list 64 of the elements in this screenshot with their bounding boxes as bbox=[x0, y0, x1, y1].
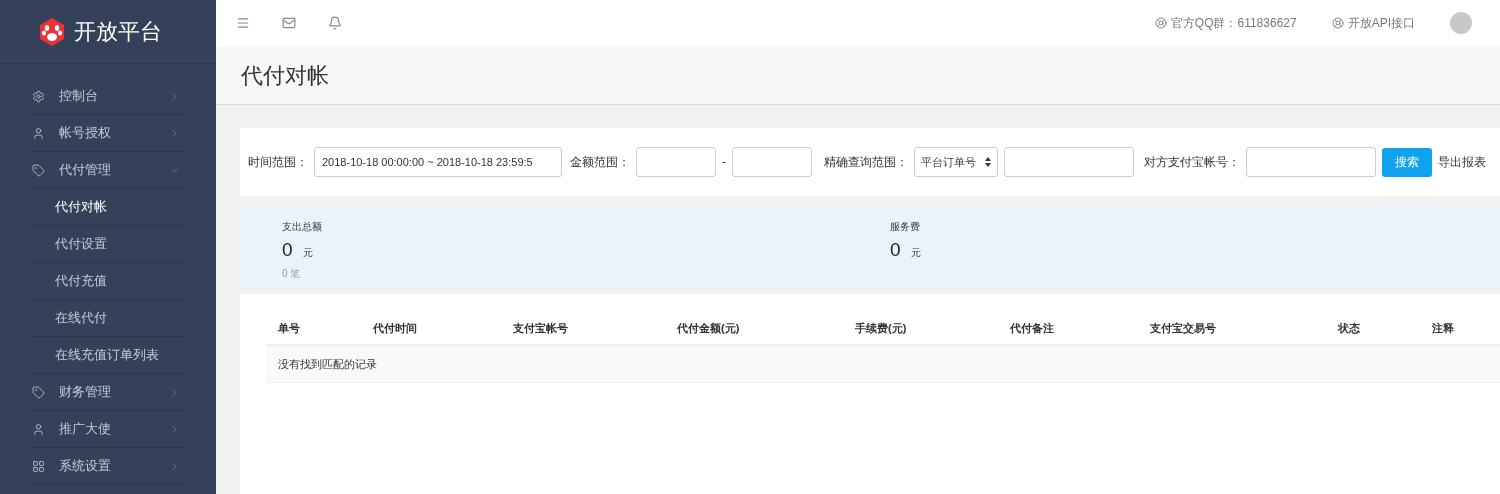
tag-icon bbox=[32, 385, 45, 399]
sidebar-subitem[interactable]: 在线充值订单列表 bbox=[28, 337, 188, 374]
time-range-field[interactable]: 2018-10-18 00:00:00 ~ 2018-10-18 23:59:5 bbox=[314, 147, 562, 177]
summary-title: 支出总额 bbox=[282, 220, 323, 234]
empty-row: 没有找到匹配的记录 bbox=[266, 346, 1500, 383]
summary-value: 0 bbox=[890, 238, 901, 262]
summary-unit: 元 bbox=[910, 246, 921, 260]
updown-icon bbox=[985, 157, 991, 167]
alipay-account-label: 对方支付宝帐号： bbox=[1144, 154, 1240, 171]
sidebar-item[interactable]: 系统设置 bbox=[28, 448, 188, 485]
sidebar-item-label: 控制台 bbox=[59, 87, 99, 106]
user-icon bbox=[32, 422, 45, 436]
column-header: 代付时间 bbox=[372, 320, 418, 336]
sidebar-item[interactable]: 控制台 bbox=[28, 78, 188, 115]
avatar[interactable] bbox=[1450, 12, 1472, 34]
exact-query-label: 精确查询范围： bbox=[824, 154, 908, 171]
menu-icon[interactable] bbox=[236, 16, 250, 30]
page-title: 代付对帐 bbox=[241, 61, 329, 90]
sidebar-subitem[interactable]: 代付充值 bbox=[28, 263, 188, 300]
column-header: 代付备注 bbox=[1009, 320, 1055, 336]
export-link[interactable]: 导出报表 bbox=[1438, 153, 1486, 171]
brand-name: 开放平台 bbox=[74, 18, 162, 46]
sidebar-item[interactable]: 帐号授权 bbox=[28, 115, 188, 152]
sidebar-item[interactable]: 代付管理 bbox=[28, 152, 188, 189]
summary-unit: 元 bbox=[302, 246, 313, 260]
amount-min-field[interactable] bbox=[636, 147, 716, 177]
grid-icon bbox=[32, 459, 45, 473]
column-header: 支付宝交易号 bbox=[1149, 320, 1217, 336]
sidebar-item-label: 帐号授权 bbox=[59, 124, 112, 143]
column-header: 代付金额(元) bbox=[676, 320, 741, 336]
lifebuoy-icon bbox=[1154, 17, 1167, 29]
sidebar-item-label: 系统设置 bbox=[59, 457, 112, 476]
column-header: 支付宝帐号 bbox=[512, 320, 569, 336]
alipay-account-field[interactable] bbox=[1246, 147, 1376, 177]
sidebar-subitem[interactable]: 在线代付 bbox=[28, 300, 188, 337]
bell-icon[interactable] bbox=[328, 16, 342, 30]
sidebar-subitem[interactable]: 代付对帐 bbox=[28, 189, 188, 226]
sidebar-subitem[interactable]: 代付设置 bbox=[28, 226, 188, 263]
column-header: 注释 bbox=[1431, 320, 1455, 336]
range-separator: - bbox=[722, 154, 726, 171]
sidebar-item-label: 代付管理 bbox=[59, 161, 112, 180]
summary-value: 0 bbox=[282, 238, 293, 262]
lifebuoy-icon bbox=[1331, 17, 1344, 29]
sidebar-item-label: 推广大使 bbox=[59, 420, 112, 439]
query-field[interactable] bbox=[1004, 147, 1134, 177]
header-link[interactable]: 开放API接口 bbox=[1331, 14, 1415, 32]
column-header: 单号 bbox=[277, 320, 301, 336]
sidebar-item[interactable]: 推广大使 bbox=[28, 411, 188, 448]
mail-icon[interactable] bbox=[282, 16, 296, 30]
summary-note: 0 笔 bbox=[282, 266, 302, 281]
time-range-label: 时间范围： bbox=[248, 154, 308, 171]
column-header: 状态 bbox=[1336, 320, 1361, 336]
paw-logo-icon bbox=[38, 16, 66, 47]
gear-icon bbox=[32, 89, 45, 103]
amount-max-field[interactable] bbox=[732, 147, 812, 177]
header-link[interactable]: 官方QQ群：611836627 bbox=[1154, 14, 1297, 32]
sidebar-item-label: 财务管理 bbox=[59, 383, 112, 402]
column-header: 手续费(元) bbox=[854, 320, 908, 336]
user-icon bbox=[32, 126, 45, 140]
summary-title: 服务费 bbox=[890, 220, 921, 234]
amount-range-label: 金额范围： bbox=[570, 154, 630, 171]
tag-icon bbox=[32, 163, 45, 177]
query-type-select[interactable]: 平台订单号 bbox=[914, 147, 998, 177]
sidebar-item[interactable]: 财务管理 bbox=[28, 374, 188, 411]
